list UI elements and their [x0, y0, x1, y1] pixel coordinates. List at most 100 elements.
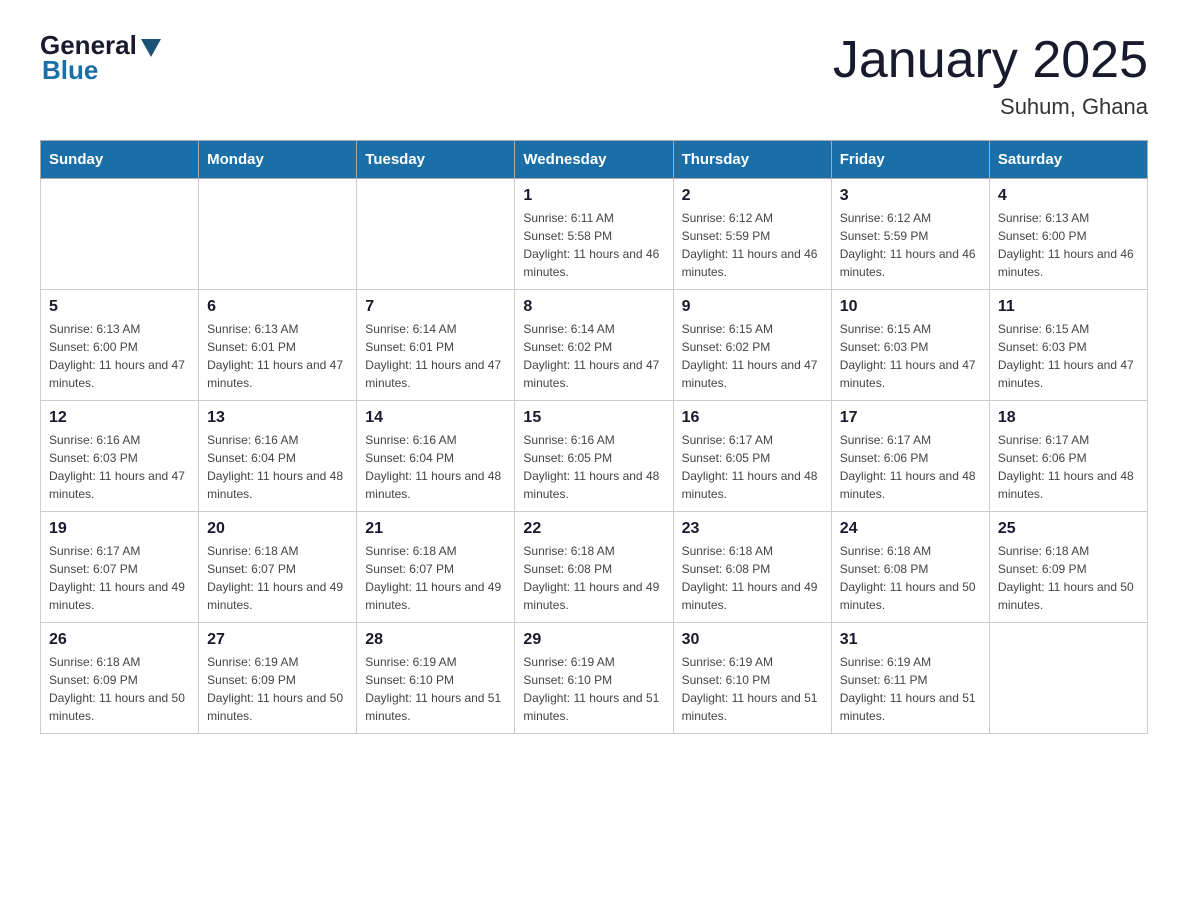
day-info: Sunrise: 6:16 AMSunset: 6:04 PMDaylight:… — [365, 431, 506, 503]
day-cell: 19Sunrise: 6:17 AMSunset: 6:07 PMDayligh… — [41, 512, 199, 623]
day-number: 10 — [840, 298, 981, 316]
day-cell: 24 Sunrise: 6:18 AMSunset: 6:08 PMDayligh… — [831, 512, 989, 623]
day-cell: 14 Sunrise: 6:16 AMSunset: 6:04 PMDayligh… — [357, 401, 515, 512]
day-cell: 11 Sunrise: 6:15 AMSunset: 6:03 PMDayligh… — [989, 290, 1147, 401]
week-row-1: 1 Sunrise: 6:11 AMSunset: 5:58 PMDaylight… — [41, 179, 1148, 290]
day-cell: 2 Sunrise: 6:12 AMSunset: 5:59 PMDaylight… — [673, 179, 831, 290]
day-cell: 9 Sunrise: 6:15 AMSunset: 6:02 PMDaylight… — [673, 290, 831, 401]
header-day-sunday: Sunday — [41, 141, 199, 179]
day-cell: 5 Sunrise: 6:13 AMSunset: 6:00 PMDaylight… — [41, 290, 199, 401]
day-number: 28 — [365, 631, 506, 649]
day-info: Sunrise: 6:12 AMSunset: 5:59 PMDaylight:… — [682, 209, 823, 281]
day-number: 25 — [998, 520, 1139, 538]
week-row-2: 5 Sunrise: 6:13 AMSunset: 6:00 PMDaylight… — [41, 290, 1148, 401]
day-info: Sunrise: 6:13 AMSunset: 6:00 PMDaylight:… — [49, 320, 190, 392]
week-row-3: 12 Sunrise: 6:16 AMSunset: 6:03 PMDayligh… — [41, 401, 1148, 512]
day-info: Sunrise: 6:18 AMSunset: 6:09 PMDaylight:… — [49, 653, 190, 725]
day-number: 17 — [840, 409, 981, 427]
day-info: Sunrise: 6:19 AMSunset: 6:11 PMDaylight:… — [840, 653, 981, 725]
day-number: 30 — [682, 631, 823, 649]
day-cell: 31 Sunrise: 6:19 AMSunset: 6:11 PMDayligh… — [831, 623, 989, 734]
day-cell: 10 Sunrise: 6:15 AMSunset: 6:03 PMDayligh… — [831, 290, 989, 401]
day-number: 27 — [207, 631, 348, 649]
day-cell: 18 Sunrise: 6:17 AMSunset: 6:06 PMDayligh… — [989, 401, 1147, 512]
day-cell: 23 Sunrise: 6:18 AMSunset: 6:08 PMDayligh… — [673, 512, 831, 623]
day-info: Sunrise: 6:11 AMSunset: 5:58 PMDaylight:… — [523, 209, 664, 281]
logo-blue-text: Blue — [42, 55, 98, 86]
day-info: Sunrise: 6:18 AMSunset: 6:08 PMDaylight:… — [840, 542, 981, 614]
day-info: Sunrise: 6:15 AMSunset: 6:03 PMDaylight:… — [998, 320, 1139, 392]
day-info: Sunrise: 6:17 AMSunset: 6:05 PMDaylight:… — [682, 431, 823, 503]
week-row-4: 19Sunrise: 6:17 AMSunset: 6:07 PMDayligh… — [41, 512, 1148, 623]
day-cell: 15Sunrise: 6:16 AMSunset: 6:05 PMDayligh… — [515, 401, 673, 512]
day-number: 2 — [682, 187, 823, 205]
day-info: Sunrise: 6:16 AMSunset: 6:05 PMDaylight:… — [523, 431, 664, 503]
logo: General Blue — [40, 30, 161, 86]
day-number: 6 — [207, 298, 348, 316]
header-day-monday: Monday — [199, 141, 357, 179]
day-number: 4 — [998, 187, 1139, 205]
day-number: 3 — [840, 187, 981, 205]
day-number: 12 — [49, 409, 190, 427]
day-cell: 25 Sunrise: 6:18 AMSunset: 6:09 PMDayligh… — [989, 512, 1147, 623]
day-info: Sunrise: 6:18 AMSunset: 6:09 PMDaylight:… — [998, 542, 1139, 614]
day-cell — [41, 179, 199, 290]
day-number: 29 — [523, 631, 664, 649]
day-number: 18 — [998, 409, 1139, 427]
day-number: 7 — [365, 298, 506, 316]
day-number: 24 — [840, 520, 981, 538]
day-number: 13 — [207, 409, 348, 427]
day-info: Sunrise: 6:17 AMSunset: 6:06 PMDaylight:… — [998, 431, 1139, 503]
calendar-title: January 2025 — [833, 30, 1148, 90]
day-number: 23 — [682, 520, 823, 538]
header-day-tuesday: Tuesday — [357, 141, 515, 179]
day-cell: 21Sunrise: 6:18 AMSunset: 6:07 PMDayligh… — [357, 512, 515, 623]
day-info: Sunrise: 6:19 AMSunset: 6:10 PMDaylight:… — [365, 653, 506, 725]
day-info: Sunrise: 6:19 AMSunset: 6:10 PMDaylight:… — [682, 653, 823, 725]
day-number: 20 — [207, 520, 348, 538]
day-info: Sunrise: 6:18 AMSunset: 6:08 PMDaylight:… — [682, 542, 823, 614]
day-cell: 12 Sunrise: 6:16 AMSunset: 6:03 PMDayligh… — [41, 401, 199, 512]
day-cell — [199, 179, 357, 290]
day-info: Sunrise: 6:17 AMSunset: 6:06 PMDaylight:… — [840, 431, 981, 503]
day-info: Sunrise: 6:15 AMSunset: 6:03 PMDaylight:… — [840, 320, 981, 392]
day-info: Sunrise: 6:16 AMSunset: 6:04 PMDaylight:… — [207, 431, 348, 503]
day-cell: 6 Sunrise: 6:13 AMSunset: 6:01 PMDaylight… — [199, 290, 357, 401]
day-info: Sunrise: 6:17 AMSunset: 6:07 PMDaylight:… — [49, 542, 190, 614]
header-day-thursday: Thursday — [673, 141, 831, 179]
day-number: 16 — [682, 409, 823, 427]
day-info: Sunrise: 6:13 AMSunset: 6:01 PMDaylight:… — [207, 320, 348, 392]
day-info: Sunrise: 6:18 AMSunset: 6:07 PMDaylight:… — [365, 542, 506, 614]
day-number: 31 — [840, 631, 981, 649]
day-cell: 30 Sunrise: 6:19 AMSunset: 6:10 PMDayligh… — [673, 623, 831, 734]
day-info: Sunrise: 6:13 AMSunset: 6:00 PMDaylight:… — [998, 209, 1139, 281]
day-info: Sunrise: 6:16 AMSunset: 6:03 PMDaylight:… — [49, 431, 190, 503]
day-number: 1 — [523, 187, 664, 205]
day-cell: 26Sunrise: 6:18 AMSunset: 6:09 PMDayligh… — [41, 623, 199, 734]
day-cell: 4 Sunrise: 6:13 AMSunset: 6:00 PMDaylight… — [989, 179, 1147, 290]
day-cell: 1 Sunrise: 6:11 AMSunset: 5:58 PMDaylight… — [515, 179, 673, 290]
day-cell: 7Sunrise: 6:14 AMSunset: 6:01 PMDaylight… — [357, 290, 515, 401]
day-info: Sunrise: 6:12 AMSunset: 5:59 PMDaylight:… — [840, 209, 981, 281]
header-day-friday: Friday — [831, 141, 989, 179]
calendar-subtitle: Suhum, Ghana — [833, 94, 1148, 120]
logo-arrow-icon — [141, 39, 161, 57]
day-number: 22 — [523, 520, 664, 538]
day-info: Sunrise: 6:18 AMSunset: 6:08 PMDaylight:… — [523, 542, 664, 614]
week-row-5: 26Sunrise: 6:18 AMSunset: 6:09 PMDayligh… — [41, 623, 1148, 734]
day-number: 11 — [998, 298, 1139, 316]
day-number: 9 — [682, 298, 823, 316]
day-cell: 29Sunrise: 6:19 AMSunset: 6:10 PMDayligh… — [515, 623, 673, 734]
day-cell: 8Sunrise: 6:14 AMSunset: 6:02 PMDaylight… — [515, 290, 673, 401]
day-cell: 3 Sunrise: 6:12 AMSunset: 5:59 PMDaylight… — [831, 179, 989, 290]
calendar-table: SundayMondayTuesdayWednesdayThursdayFrid… — [40, 140, 1148, 734]
day-info: Sunrise: 6:15 AMSunset: 6:02 PMDaylight:… — [682, 320, 823, 392]
day-number: 5 — [49, 298, 190, 316]
day-info: Sunrise: 6:18 AMSunset: 6:07 PMDaylight:… — [207, 542, 348, 614]
day-cell — [989, 623, 1147, 734]
day-number: 14 — [365, 409, 506, 427]
day-cell: 16 Sunrise: 6:17 AMSunset: 6:05 PMDayligh… — [673, 401, 831, 512]
page-header: General Blue January 2025 Suhum, Ghana — [40, 30, 1148, 120]
day-cell: 27Sunrise: 6:19 AMSunset: 6:09 PMDayligh… — [199, 623, 357, 734]
header-row: SundayMondayTuesdayWednesdayThursdayFrid… — [41, 141, 1148, 179]
